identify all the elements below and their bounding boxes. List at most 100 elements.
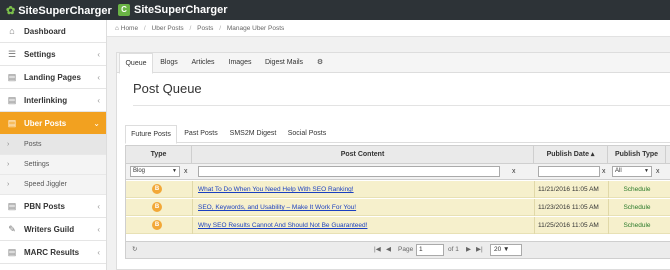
sidebar-subitem-label: Speed Jiggler [24,181,67,188]
tab-articles[interactable]: Articles [187,53,219,73]
next-page-icon[interactable]: ▶ [466,242,471,258]
breadcrumb-current: Manage Uber Posts [226,25,285,32]
type-filter-value: Blog [133,168,146,174]
tab-past-posts[interactable]: Past Posts [181,125,221,143]
table-row[interactable]: B SEO, Keywords, and Usability – Make It… [126,199,670,216]
last-page-icon[interactable]: ▶| [476,242,483,258]
gear-icon[interactable]: ⚙ [313,53,327,73]
post-content-link[interactable]: SEO, Keywords, and Usability – Make It W… [198,199,356,216]
column-header-publish-type[interactable]: Publish Type [608,146,666,164]
cell-divider [534,181,535,198]
sidebar-item-uber-posts[interactable]: ▤ Uber Posts ⌄ [0,112,106,135]
sidebar-item-label: MARC Results [24,248,80,257]
chevron-left-icon: ‹ [97,96,100,105]
cell-divider [534,217,535,234]
cell-divider [192,181,193,198]
pager-page-label: Page [398,246,414,253]
breadcrumb-separator: / [189,25,192,32]
column-header-type[interactable]: Type [126,146,192,164]
sidebar-item-dashboard[interactable]: ⌂ Dashboard [0,20,106,43]
sidebar-item-landing-pages[interactable]: ▤ Landing Pages ‹ [0,66,106,89]
sidebar-item-settings[interactable]: ☰ Settings ‹ [0,43,106,66]
grid-pager: ↻ |◀ ◀ Page 1 of 1 ▶ ▶| 20 ▼ [126,241,670,258]
sidebar-item-marc-results[interactable]: ▤ MARC Results ‹ [0,241,106,264]
sidebar-subitem-speed-jiggler[interactable]: › Speed Jiggler [0,175,106,195]
tab-digest-mails[interactable]: Digest Mails [261,53,307,73]
refresh-icon[interactable]: ↻ [132,242,137,258]
publish-type: Schedule [623,204,651,211]
column-header-publish-date[interactable]: Publish Date ▴ [534,146,608,164]
sidebar-item-label: Uber Posts [24,119,67,128]
sidebar-subitem-label: Posts [24,141,42,148]
breadcrumb-separator: / [143,25,146,32]
sidebar-item-writers-guild[interactable]: ✎ Writers Guild ‹ [0,218,106,241]
tab-sms2m-digest[interactable]: SMS2M Digest [227,125,279,143]
tab-queue[interactable]: Queue [119,53,153,74]
publish-date-filter-input[interactable] [538,166,600,177]
page-number-input[interactable]: 1 [416,244,444,256]
cell-divider [192,217,193,234]
chevron-right-icon: › [7,181,10,188]
sidebar-subitem-posts[interactable]: › Posts [0,135,106,155]
grid-header: Type Post Content Publish Date ▴ Publish… [126,146,670,164]
clear-content-filter[interactable]: x [512,166,516,177]
column-header-post-content[interactable]: Post Content [192,146,534,164]
cell-divider [192,199,193,216]
uber-posts-icon: ▤ [7,118,17,128]
post-content-link[interactable]: What To Do When You Need Help With SEO R… [198,181,354,198]
chevron-down-icon: ⌄ [93,119,100,128]
tab-social-posts[interactable]: Social Posts [285,125,329,143]
blog-badge: B [152,202,162,212]
chevron-left-icon: ‹ [97,248,100,257]
chevron-down-icon: ▼ [503,246,510,253]
prev-page-icon[interactable]: ◀ [386,242,391,258]
breadcrumb-posts[interactable]: Posts [197,25,213,32]
tab-images[interactable]: Images [225,53,255,73]
chevron-right-icon: › [7,161,10,168]
first-page-icon[interactable]: |◀ [374,242,381,258]
marc-results-icon: ▤ [7,247,17,257]
post-content-link[interactable]: Why SEO Results Cannot And Should Not Be… [198,217,367,234]
blog-badge: B [152,184,162,194]
breadcrumb-separator: / [219,25,222,32]
top-bar: ✿ SiteSuperCharger C SiteSuperCharger [0,0,670,20]
sidebar-item-pbn-posts[interactable]: ▤ PBN Posts ‹ [0,195,106,218]
tab-future-posts[interactable]: Future Posts [125,125,177,144]
sidebar-item-label: Writers Guild [24,225,75,234]
pbn-posts-icon: ▤ [7,201,17,211]
type-filter-select[interactable]: Blog ▼ [130,166,180,177]
sidebar-item-interlinking[interactable]: ▤ Interlinking ‹ [0,89,106,112]
clear-type-filter[interactable]: x [184,166,188,177]
tab-blogs[interactable]: Blogs [155,53,183,73]
page-size-value: 20 [494,246,502,253]
chevron-down-icon: ▼ [172,168,177,174]
main-panel: Queue Blogs Articles Images Digest Mails… [116,52,670,270]
post-content-filter-input[interactable] [198,166,500,177]
clear-publish-type-filter[interactable]: x [656,166,660,177]
brand-logo[interactable]: ✿ SiteSuperCharger [6,4,112,17]
sidebar-subitem-label: Settings [24,161,50,168]
sub-tabs: Future Posts Past Posts SMS2M Digest Soc… [125,125,670,144]
landing-pages-icon: ▤ [7,72,17,82]
sidebar-subitem-settings[interactable]: › Settings [0,155,106,175]
chevron-down-icon: ▼ [644,168,649,174]
main-tabs: Queue Blogs Articles Images Digest Mails… [117,53,670,74]
chevron-left-icon: ‹ [97,73,100,82]
table-row[interactable]: B Why SEO Results Cannot And Should Not … [126,217,670,234]
page-size-select[interactable]: 20 ▼ [490,244,522,256]
clear-date-filter[interactable]: x [602,166,606,177]
breadcrumb-uber-posts[interactable]: Uber Posts [152,25,184,32]
sidebar-item-label: Interlinking [24,96,68,105]
publish-date: 11/25/2016 11:05 AM [538,222,599,229]
publish-type-filter-select[interactable]: All ▼ [612,166,652,177]
leaf-icon: ✿ [6,5,16,17]
chevron-left-icon: ‹ [97,202,100,211]
settings-icon: ☰ [7,49,17,59]
table-row[interactable]: B What To Do When You Need Help With SEO… [126,181,670,198]
sidebar-item-label: Settings [24,50,56,59]
blog-badge: B [152,220,162,230]
writers-guild-icon: ✎ [8,224,16,234]
home-icon: ⌂ [115,25,119,32]
breadcrumb-home[interactable]: Home [121,25,138,32]
app-title: C SiteSuperCharger [118,4,228,16]
